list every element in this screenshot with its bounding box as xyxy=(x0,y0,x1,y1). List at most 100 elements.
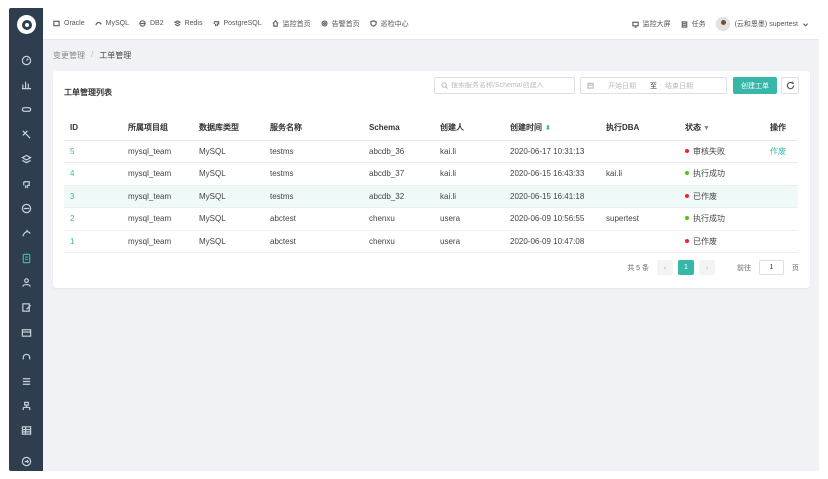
breadcrumb: 变更管理 / 工单管理 xyxy=(53,50,131,61)
edit-icon[interactable] xyxy=(18,299,34,315)
row-action[interactable] xyxy=(764,230,798,253)
table-row[interactable]: 4 mysql_team MySQL testms abcdb_37 kai.li 2020… xyxy=(64,162,798,186)
disk-icon[interactable] xyxy=(18,200,34,216)
row-id[interactable]: 1 xyxy=(64,230,122,253)
nav-label: PostgreSQL xyxy=(223,20,262,27)
prev-page-button[interactable]: ‹ xyxy=(657,260,673,275)
row-dba xyxy=(600,230,679,253)
col-dbtype: 数据库类型 xyxy=(193,116,264,141)
top-nav: Oracle MySQL DB2 Redis PostgreSQL 监控首页 告… xyxy=(43,8,819,40)
next-page-button[interactable]: › xyxy=(699,260,715,275)
row-action[interactable] xyxy=(764,207,798,231)
row-dba: kai.li xyxy=(600,162,679,186)
capsule-icon[interactable] xyxy=(18,101,34,117)
date-start[interactable]: 开始日期 xyxy=(608,81,648,91)
row-creator: usera xyxy=(434,230,504,253)
row-id[interactable]: 2 xyxy=(64,207,122,231)
goto-page-input[interactable] xyxy=(759,260,784,275)
date-range-picker[interactable]: 开始日期 至 结束日期 xyxy=(580,77,727,94)
row-group: mysql_team xyxy=(122,185,193,208)
monitor-screen-link[interactable]: 监控大屏 xyxy=(631,19,671,29)
dolphin-icon[interactable] xyxy=(18,225,34,241)
chevron-down-icon xyxy=(802,22,809,27)
row-group: mysql_team xyxy=(122,230,193,253)
search-box[interactable] xyxy=(434,77,575,94)
table-row[interactable]: 2 mysql_team MySQL abctest chenxu usera 2020-0… xyxy=(64,207,798,231)
row-action[interactable] xyxy=(764,162,798,186)
workorder-card: 工单管理列表 开始日期 至 结束日期 创建工单 ID 所属项目组 数据库类型 xyxy=(53,71,810,288)
goto-label: 前往 xyxy=(737,264,751,272)
layers-icon xyxy=(173,20,181,27)
row-id[interactable]: 4 xyxy=(64,162,122,186)
database-icon xyxy=(53,20,60,27)
page-number[interactable]: 1 xyxy=(678,260,694,275)
workorder-icon[interactable] xyxy=(18,250,34,266)
table-icon[interactable] xyxy=(18,422,34,438)
table-row[interactable]: 3 mysql_team MySQL testms abcdb_32 kai.li 2020… xyxy=(64,185,798,208)
row-schema: abcdb_37 xyxy=(363,162,434,186)
search-input[interactable] xyxy=(451,82,571,89)
row-action[interactable]: 作废 xyxy=(764,140,798,163)
sort-icon[interactable]: ⬍ xyxy=(545,124,551,132)
nav-mysql[interactable]: MySQL xyxy=(94,20,129,27)
row-dbtype: MySQL xyxy=(193,207,264,231)
headset-icon[interactable] xyxy=(18,349,34,365)
status-dot xyxy=(685,148,689,153)
row-time: 2020-06-17 10:31:13 xyxy=(504,140,600,163)
user-name: (云和恩墨) supertest xyxy=(734,21,798,28)
nav-redis[interactable]: Redis xyxy=(173,20,203,27)
nav-monitor-home[interactable]: 监控首页 xyxy=(272,19,311,29)
list-icon[interactable] xyxy=(18,373,34,389)
date-end[interactable]: 结束日期 xyxy=(665,81,693,91)
table-row[interactable]: 5 mysql_team MySQL testms abcdb_36 kai.li 2020… xyxy=(64,140,798,163)
row-creator: kai.li xyxy=(434,140,504,163)
refresh-button[interactable] xyxy=(781,77,799,94)
row-schema: abcdb_32 xyxy=(363,185,434,208)
logout-icon[interactable] xyxy=(18,453,34,469)
row-id[interactable]: 3 xyxy=(64,185,122,208)
nav-label: DB2 xyxy=(149,20,164,27)
row-creator: kai.li xyxy=(434,185,504,208)
col-schema: Schema xyxy=(363,116,434,141)
archive-icon[interactable] xyxy=(18,324,34,340)
nav-oracle[interactable]: Oracle xyxy=(53,20,85,27)
header-right: 监控大屏 任务 (云和恩墨) supertest xyxy=(631,8,809,40)
row-creator: usera xyxy=(434,207,504,231)
users-icon[interactable] xyxy=(18,274,34,290)
nav-inspection[interactable]: 巡检中心 xyxy=(369,19,409,29)
breadcrumb-parent[interactable]: 变更管理 xyxy=(53,50,85,61)
nav-postgresql[interactable]: PostgreSQL xyxy=(213,20,262,27)
logo[interactable] xyxy=(17,15,36,34)
refresh-icon xyxy=(786,81,794,90)
tasks-link[interactable]: 任务 xyxy=(681,19,706,29)
nav-label: 告警首页 xyxy=(331,20,360,28)
elephant-icon[interactable] xyxy=(18,176,34,192)
create-workorder-button[interactable]: 创建工单 xyxy=(733,77,777,94)
dashboard-icon[interactable] xyxy=(18,52,34,68)
row-action[interactable] xyxy=(764,185,798,208)
row-service: testms xyxy=(264,185,363,208)
chart-icon[interactable] xyxy=(18,76,34,92)
layers-icon[interactable] xyxy=(18,151,34,167)
filter-icon[interactable]: ▼ xyxy=(703,125,710,132)
table-row[interactable]: 1 mysql_team MySQL abctest chenxu usera 2020-0… xyxy=(64,230,798,253)
row-id[interactable]: 5 xyxy=(64,140,122,163)
col-status[interactable]: 状态 ▼ xyxy=(679,116,764,141)
nav-label: Oracle xyxy=(64,20,85,27)
home-icon xyxy=(272,20,279,27)
disk-icon xyxy=(139,20,146,27)
row-schema: chenxu xyxy=(363,230,434,253)
search-icon xyxy=(441,82,448,89)
nav-db2[interactable]: DB2 xyxy=(139,20,164,27)
col-time[interactable]: 创建时间 ⬍ xyxy=(504,116,600,141)
row-service: testms xyxy=(264,162,363,186)
col-dba: 执行DBA xyxy=(600,116,679,141)
org-icon[interactable] xyxy=(18,398,34,414)
tools-icon[interactable] xyxy=(18,126,34,142)
col-creator: 创建人 xyxy=(434,116,504,141)
row-time: 2020-06-09 10:56:55 xyxy=(504,207,600,231)
nav-alert-home[interactable]: 告警首页 xyxy=(321,19,360,29)
breadcrumb-separator: / xyxy=(91,50,94,59)
user-menu[interactable]: (云和恩墨) supertest xyxy=(715,17,809,31)
row-status: 执行成功 xyxy=(679,207,764,231)
